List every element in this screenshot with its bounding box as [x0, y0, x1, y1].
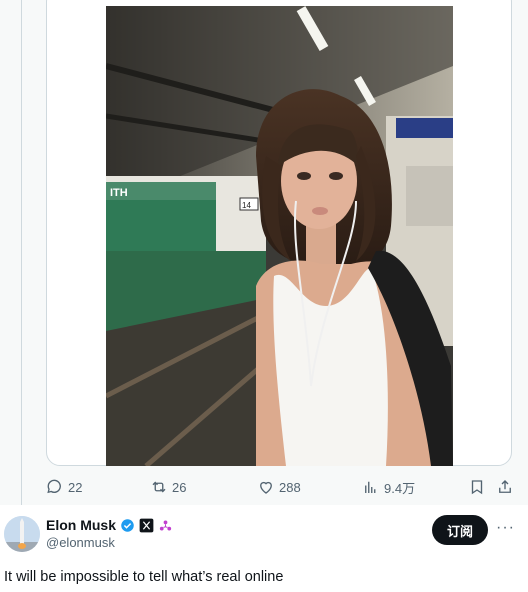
share-icon: [499, 480, 511, 493]
views-button[interactable]: 9.4万: [362, 473, 415, 501]
repost-icon: [152, 481, 166, 493]
like-button[interactable]: 288: [257, 473, 301, 501]
reply-count: 22: [68, 479, 83, 495]
like-count: 288: [279, 479, 301, 495]
post-text: It will be impossible to tell what’s rea…: [4, 569, 284, 585]
reply-icon: [47, 479, 61, 494]
quoted-post-area: ITH 14: [0, 0, 528, 505]
x-logo-icon: [139, 518, 154, 532]
avatar[interactable]: [4, 516, 40, 552]
post-author-block: Elon Musk @elonmusk 订阅 ··· It will be im…: [0, 505, 528, 592]
repost-count: 26: [172, 479, 187, 495]
user-handle[interactable]: @elonmusk: [46, 535, 115, 550]
bookmark-icon: [471, 480, 483, 495]
views-icon: [365, 481, 376, 493]
wall-sign-text: ITH: [110, 187, 128, 199]
thread-line: [21, 0, 22, 505]
bookmark-button[interactable]: [468, 473, 486, 501]
action-bar: 22 26 288 9.4万: [0, 473, 528, 501]
post-image[interactable]: ITH 14: [106, 6, 453, 466]
repost-button[interactable]: 26: [150, 473, 186, 501]
display-name[interactable]: Elon Musk: [46, 517, 116, 533]
more-icon[interactable]: ···: [496, 519, 515, 537]
rocket-avatar-image: [4, 516, 40, 552]
subscribe-button[interactable]: 订阅: [432, 515, 488, 545]
wall-number-text: 14: [242, 201, 251, 210]
like-icon: [260, 481, 272, 494]
name-row: Elon Musk: [46, 517, 173, 533]
subway-selfie-illustration: ITH 14: [106, 6, 453, 466]
share-button[interactable]: [496, 473, 514, 501]
affiliate-icon: [159, 520, 172, 530]
verified-icon: [121, 518, 134, 532]
reply-button[interactable]: 22: [46, 473, 82, 501]
views-count: 9.4万: [384, 480, 416, 496]
